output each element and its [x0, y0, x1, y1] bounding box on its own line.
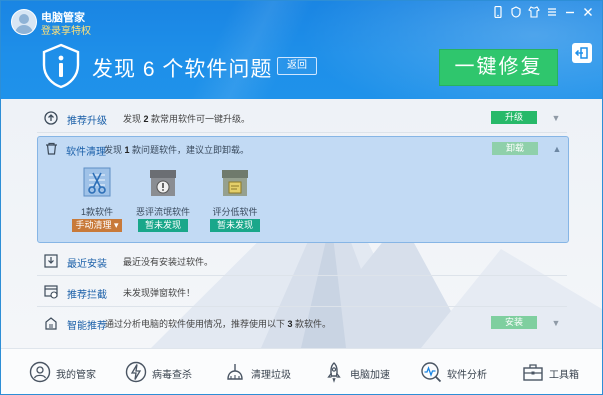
- row-upgrade: 推荐升级 发现 2 款常用软件可一键升级。 升级 ▼: [37, 103, 567, 133]
- minimize-icon[interactable]: [562, 6, 578, 22]
- smart-recommend-icon: [45, 317, 57, 330]
- row-title[interactable]: 最近安装: [67, 255, 107, 270]
- row-cleanup-expanded: 软件清理 发现 1 款问题软件，建议立即卸载。 卸载 ▲ 1款软件 手动清理 ▾: [37, 136, 569, 243]
- row-title[interactable]: 推荐升级: [67, 112, 107, 127]
- upgrade-button[interactable]: 升级: [491, 111, 537, 124]
- row-description: 未发现弹窗软件！: [123, 288, 196, 298]
- chevron-up-icon[interactable]: ▲: [550, 142, 564, 156]
- menu-icon[interactable]: [544, 6, 560, 22]
- software-analysis-panel: 推荐升级 发现 2 款常用软件可一键升级。 升级 ▼ 软件清理 发现 1 款问题…: [1, 99, 602, 348]
- bottom-nav: 我的管家 病毒查杀 清理垃圾 电脑加速 软件分析 工具箱: [1, 348, 602, 394]
- skin-icon[interactable]: [508, 6, 524, 22]
- nav-label: 软件分析: [447, 370, 487, 381]
- app-window: 电脑管家 登录享特权 发现 6 个软件问题 返回 一键修复 推荐升级 发现 2 …: [0, 0, 603, 395]
- manual-cleanup-dropdown[interactable]: 手动清理 ▾: [72, 219, 122, 232]
- row-recent-install: 最近安装 最近没有安装过软件。: [37, 246, 567, 276]
- broom-icon: [227, 364, 243, 380]
- home-icon: [29, 361, 51, 383]
- virus-scan-icon: [125, 361, 147, 383]
- chevron-down-icon[interactable]: ▼: [549, 111, 563, 125]
- page-title: 发现 6 个软件问题: [92, 58, 273, 81]
- install-button[interactable]: 安装: [491, 316, 537, 329]
- nav-label: 病毒查杀: [152, 370, 192, 381]
- uninstall-icon: [46, 142, 57, 155]
- nav-label: 我的管家: [56, 370, 96, 381]
- uninstall-button[interactable]: 卸载: [492, 142, 538, 155]
- one-click-fix-button[interactable]: 一键修复: [439, 49, 558, 86]
- shirt-icon[interactable]: [526, 6, 542, 22]
- close-icon[interactable]: [580, 6, 596, 22]
- chevron-down-icon[interactable]: ▼: [549, 316, 563, 330]
- tile-manual-cleanup[interactable]: 1款软件 手动清理 ▾: [66, 165, 128, 233]
- tile-label: 恶评流氓软件: [135, 207, 190, 217]
- row-title[interactable]: 软件清理: [66, 143, 106, 158]
- nav-label: 工具箱: [549, 370, 579, 381]
- window-controls: [490, 5, 596, 22]
- row-description: 通过分析电脑的软件使用情况，推荐使用以下 3 款软件。: [105, 319, 332, 329]
- nav-label: 清理垃圾: [251, 370, 291, 381]
- shield-icon: [42, 43, 80, 89]
- header-banner: 电脑管家 登录享特权 发现 6 个软件问题 返回 一键修复: [1, 1, 602, 99]
- row-popup-block: 推荐拦截 未发现弹窗软件！: [37, 277, 567, 307]
- login-link[interactable]: 登录享特权: [41, 22, 91, 37]
- tile-malicious-software[interactable]: 恶评流氓软件 暂未发现: [132, 165, 194, 233]
- avatar[interactable]: [11, 9, 37, 35]
- mobile-icon[interactable]: [490, 5, 506, 22]
- tile-label: 评分低软件: [212, 207, 258, 217]
- upgrade-icon: [44, 111, 58, 125]
- software-scissors-icon: [83, 167, 111, 197]
- tile-low-rated-software[interactable]: 评分低软件 暂未发现: [204, 165, 266, 233]
- software-analysis-icon: [421, 362, 442, 383]
- toolbox-icon: [523, 364, 543, 381]
- row-title[interactable]: 智能推荐: [67, 317, 107, 332]
- rocket-icon: [327, 362, 341, 383]
- exit-icon[interactable]: [572, 43, 592, 63]
- low-rating-box-icon: [222, 170, 248, 196]
- row-description: 发现 1 款问题软件，建议立即卸载。: [104, 145, 250, 155]
- popup-block-icon: [44, 285, 58, 299]
- row-description: 发现 2 款常用软件可一键升级。: [123, 114, 251, 124]
- row-smart-recommend: 智能推荐 通过分析电脑的软件使用情况，推荐使用以下 3 款软件。 安装 ▼: [37, 308, 567, 338]
- status-badge: 暂未发现: [210, 219, 260, 232]
- nav-label: 电脑加速: [350, 370, 390, 381]
- row-title[interactable]: 推荐拦截: [67, 286, 107, 301]
- status-badge: 暂未发现: [138, 219, 188, 232]
- row-description: 最近没有安装过软件。: [123, 257, 214, 267]
- recent-install-icon: [44, 254, 58, 268]
- warning-box-icon: [150, 170, 176, 196]
- back-button[interactable]: 返回: [277, 57, 317, 75]
